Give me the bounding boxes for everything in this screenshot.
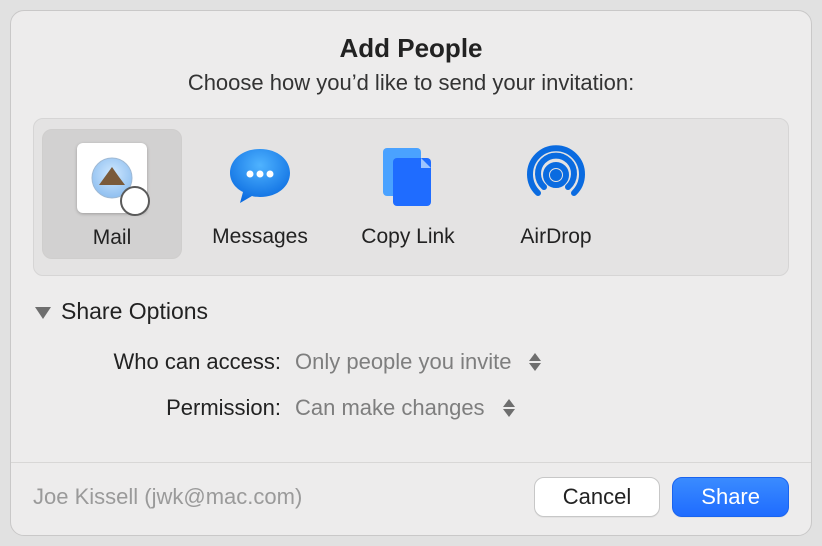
share-options-title: Share Options bbox=[61, 298, 208, 325]
share-button[interactable]: Share bbox=[672, 477, 789, 517]
share-item-label: Copy Link bbox=[361, 225, 454, 249]
share-item-mail[interactable]: Mail bbox=[42, 129, 182, 259]
dialog-title: Add People bbox=[31, 33, 791, 64]
share-item-airdrop[interactable]: AirDrop bbox=[486, 129, 626, 259]
share-item-messages[interactable]: Messages bbox=[190, 129, 330, 259]
access-popup[interactable]: Only people you invite bbox=[295, 349, 541, 375]
add-people-sheet: Add People Choose how you’d like to send… bbox=[10, 10, 812, 536]
footer: Joe Kissell (jwk@mac.com) Cancel Share bbox=[11, 462, 811, 535]
share-options-rows: Who can access: Only people you invite P… bbox=[35, 349, 787, 421]
disclosure-triangle-icon bbox=[35, 307, 51, 319]
access-value: Only people you invite bbox=[295, 349, 511, 375]
airdrop-icon bbox=[518, 139, 594, 215]
chevron-up-icon bbox=[529, 353, 541, 361]
chevron-down-icon bbox=[503, 409, 515, 417]
dialog-subtitle: Choose how you’d like to send your invit… bbox=[31, 70, 791, 96]
mail-icon bbox=[74, 140, 150, 216]
share-item-copy-link[interactable]: Copy Link bbox=[338, 129, 478, 259]
account-status: Joe Kissell (jwk@mac.com) bbox=[33, 484, 302, 510]
permission-popup[interactable]: Can make changes bbox=[295, 395, 515, 421]
share-options-section: Share Options Who can access: Only peopl… bbox=[11, 276, 811, 421]
chevron-up-icon bbox=[503, 399, 515, 407]
access-label: Who can access: bbox=[39, 349, 281, 375]
permission-value: Can make changes bbox=[295, 395, 485, 421]
stepper-icon bbox=[503, 399, 515, 417]
cancel-button[interactable]: Cancel bbox=[534, 477, 660, 517]
share-methods-row: Mail Messages bbox=[33, 118, 789, 276]
share-item-label: AirDrop bbox=[520, 225, 591, 249]
copy-link-icon bbox=[370, 139, 446, 215]
share-item-label: Mail bbox=[93, 226, 132, 250]
permission-label: Permission: bbox=[39, 395, 281, 421]
stepper-icon bbox=[529, 353, 541, 371]
share-item-label: Messages bbox=[212, 225, 308, 249]
header: Add People Choose how you’d like to send… bbox=[11, 11, 811, 106]
chevron-down-icon bbox=[529, 363, 541, 371]
share-options-disclosure[interactable]: Share Options bbox=[35, 298, 787, 325]
access-row: Who can access: Only people you invite bbox=[39, 349, 787, 375]
messages-icon bbox=[222, 139, 298, 215]
permission-row: Permission: Can make changes bbox=[39, 395, 787, 421]
